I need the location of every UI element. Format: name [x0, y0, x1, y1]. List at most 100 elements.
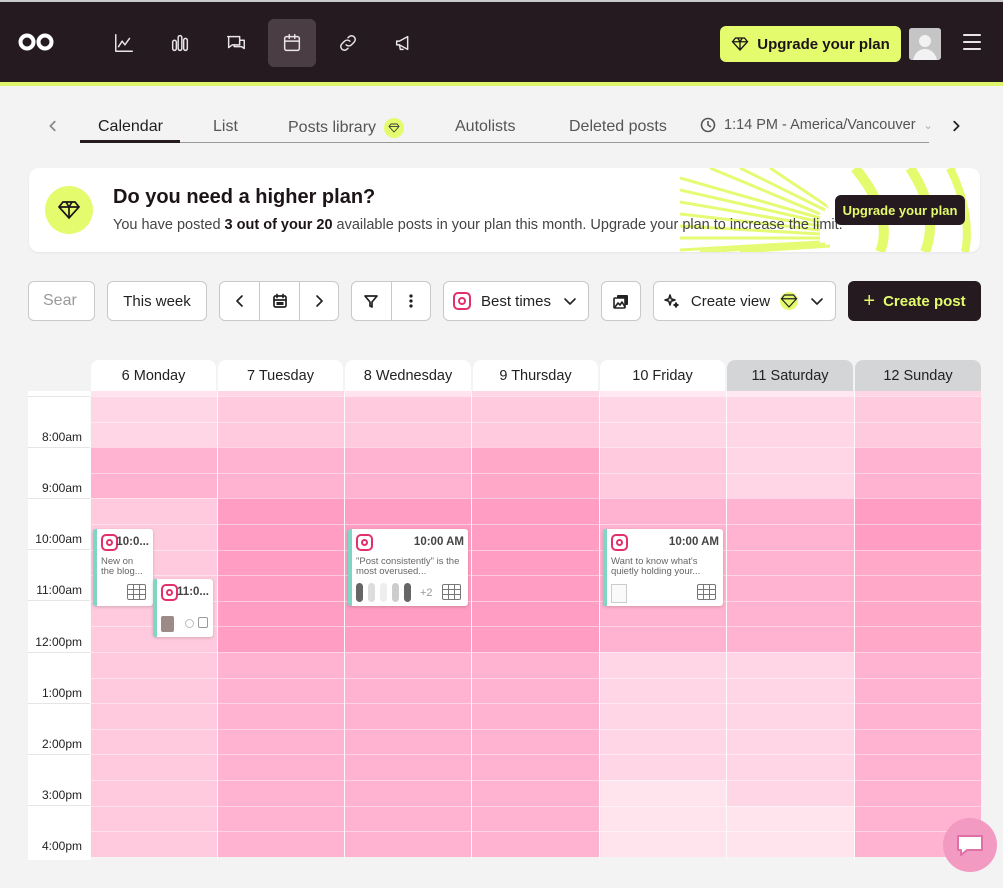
- nav-calendar[interactable]: [268, 19, 316, 67]
- time-slot[interactable]: [218, 421, 344, 448]
- day-column[interactable]: [599, 391, 726, 860]
- time-slot[interactable]: [855, 652, 981, 678]
- time-slot[interactable]: [472, 472, 599, 499]
- post-card[interactable]: 10:00 AM "Post consistently" is the most…: [348, 529, 468, 606]
- time-slot[interactable]: [727, 575, 854, 601]
- time-slot[interactable]: [855, 677, 981, 704]
- timezone-selector[interactable]: 1:14 PM - America/Vancouver ⌄: [700, 117, 933, 133]
- today-button[interactable]: [259, 282, 298, 320]
- time-slot[interactable]: [855, 549, 981, 576]
- day-column[interactable]: [471, 391, 599, 860]
- time-slot[interactable]: [600, 396, 726, 422]
- time-slot[interactable]: [472, 754, 599, 780]
- time-slot[interactable]: [472, 703, 599, 729]
- chat-support-button[interactable]: [943, 818, 997, 872]
- day-header-monday[interactable]: 6 Monday: [91, 360, 216, 391]
- time-slot[interactable]: [345, 728, 471, 755]
- time-slot[interactable]: [600, 498, 726, 524]
- time-slot[interactable]: [218, 652, 344, 678]
- time-slot[interactable]: [472, 447, 599, 473]
- time-slot[interactable]: [345, 677, 471, 704]
- time-slot[interactable]: [727, 677, 854, 704]
- time-slot[interactable]: [218, 805, 344, 832]
- time-slot[interactable]: [472, 677, 599, 704]
- avatar[interactable]: [909, 28, 941, 60]
- time-slot[interactable]: [855, 447, 981, 473]
- time-slot[interactable]: [727, 780, 854, 806]
- time-slot[interactable]: [345, 498, 471, 524]
- time-slot[interactable]: [91, 498, 217, 524]
- time-slot[interactable]: [91, 805, 217, 832]
- time-slot[interactable]: [855, 575, 981, 601]
- time-slot[interactable]: [727, 498, 854, 524]
- time-slot[interactable]: [727, 703, 854, 729]
- time-slot[interactable]: [855, 524, 981, 550]
- time-slot[interactable]: [218, 472, 344, 499]
- time-slot[interactable]: [345, 703, 471, 729]
- time-slot[interactable]: [345, 780, 471, 806]
- nav-ads[interactable]: [380, 19, 428, 67]
- time-slot[interactable]: [600, 728, 726, 755]
- time-slot[interactable]: [600, 626, 726, 652]
- time-slot[interactable]: [600, 805, 726, 832]
- time-slot[interactable]: [218, 831, 344, 857]
- media-view-button[interactable]: [601, 281, 641, 321]
- time-slot[interactable]: [472, 652, 599, 678]
- time-slot[interactable]: [218, 780, 344, 806]
- time-slot[interactable]: [727, 754, 854, 780]
- time-slot[interactable]: [91, 703, 217, 729]
- time-slot[interactable]: [600, 652, 726, 678]
- time-slot[interactable]: [727, 600, 854, 627]
- time-slot[interactable]: [218, 575, 344, 601]
- time-slot[interactable]: [345, 396, 471, 422]
- time-slot[interactable]: [345, 831, 471, 857]
- time-slot[interactable]: [472, 498, 599, 524]
- tab-autolists[interactable]: Autolists: [455, 118, 515, 136]
- time-slot[interactable]: [218, 447, 344, 473]
- time-slot[interactable]: [727, 626, 854, 652]
- time-slot[interactable]: [600, 754, 726, 780]
- post-card[interactable]: 10:00 AM Want to know what's quietly hol…: [603, 529, 723, 606]
- logo[interactable]: [18, 32, 54, 52]
- time-slot[interactable]: [600, 472, 726, 499]
- time-slot[interactable]: [727, 447, 854, 473]
- time-slot[interactable]: [345, 472, 471, 499]
- nav-analytics[interactable]: [100, 19, 148, 67]
- time-slot[interactable]: [600, 703, 726, 729]
- more-options-button[interactable]: [390, 282, 430, 320]
- time-slot[interactable]: [855, 703, 981, 729]
- create-view-select[interactable]: Create view: [653, 281, 836, 321]
- day-column[interactable]: [726, 391, 854, 860]
- create-post-button[interactable]: + Create post: [848, 281, 981, 321]
- time-slot[interactable]: [472, 549, 599, 576]
- time-slot[interactable]: [218, 524, 344, 550]
- search-input[interactable]: Sear: [28, 281, 95, 321]
- time-slot[interactable]: [727, 524, 854, 550]
- time-slot[interactable]: [218, 498, 344, 524]
- time-slot[interactable]: [345, 652, 471, 678]
- time-slot[interactable]: [218, 728, 344, 755]
- time-slot[interactable]: [600, 780, 726, 806]
- best-times-select[interactable]: Best times: [443, 281, 589, 321]
- time-slot[interactable]: [727, 421, 854, 448]
- time-slot[interactable]: [91, 831, 217, 857]
- time-slot[interactable]: [218, 396, 344, 422]
- time-slot[interactable]: [855, 396, 981, 422]
- time-slot[interactable]: [600, 677, 726, 704]
- day-header-thursday[interactable]: 9 Thursday: [473, 360, 598, 391]
- time-slot[interactable]: [727, 831, 854, 857]
- day-header-sunday[interactable]: 12 Sunday: [855, 360, 981, 391]
- time-slot[interactable]: [727, 728, 854, 755]
- time-slot[interactable]: [472, 421, 599, 448]
- tabs-scroll-right[interactable]: [943, 108, 969, 144]
- filter-button[interactable]: [352, 282, 391, 320]
- day-column[interactable]: [344, 391, 471, 860]
- time-slot[interactable]: [91, 780, 217, 806]
- time-slot[interactable]: [727, 549, 854, 576]
- day-column[interactable]: [217, 391, 344, 860]
- time-slot[interactable]: [727, 396, 854, 422]
- calendar-grid[interactable]: [90, 391, 981, 860]
- time-slot[interactable]: [345, 754, 471, 780]
- time-slot[interactable]: [472, 396, 599, 422]
- time-slot[interactable]: [855, 728, 981, 755]
